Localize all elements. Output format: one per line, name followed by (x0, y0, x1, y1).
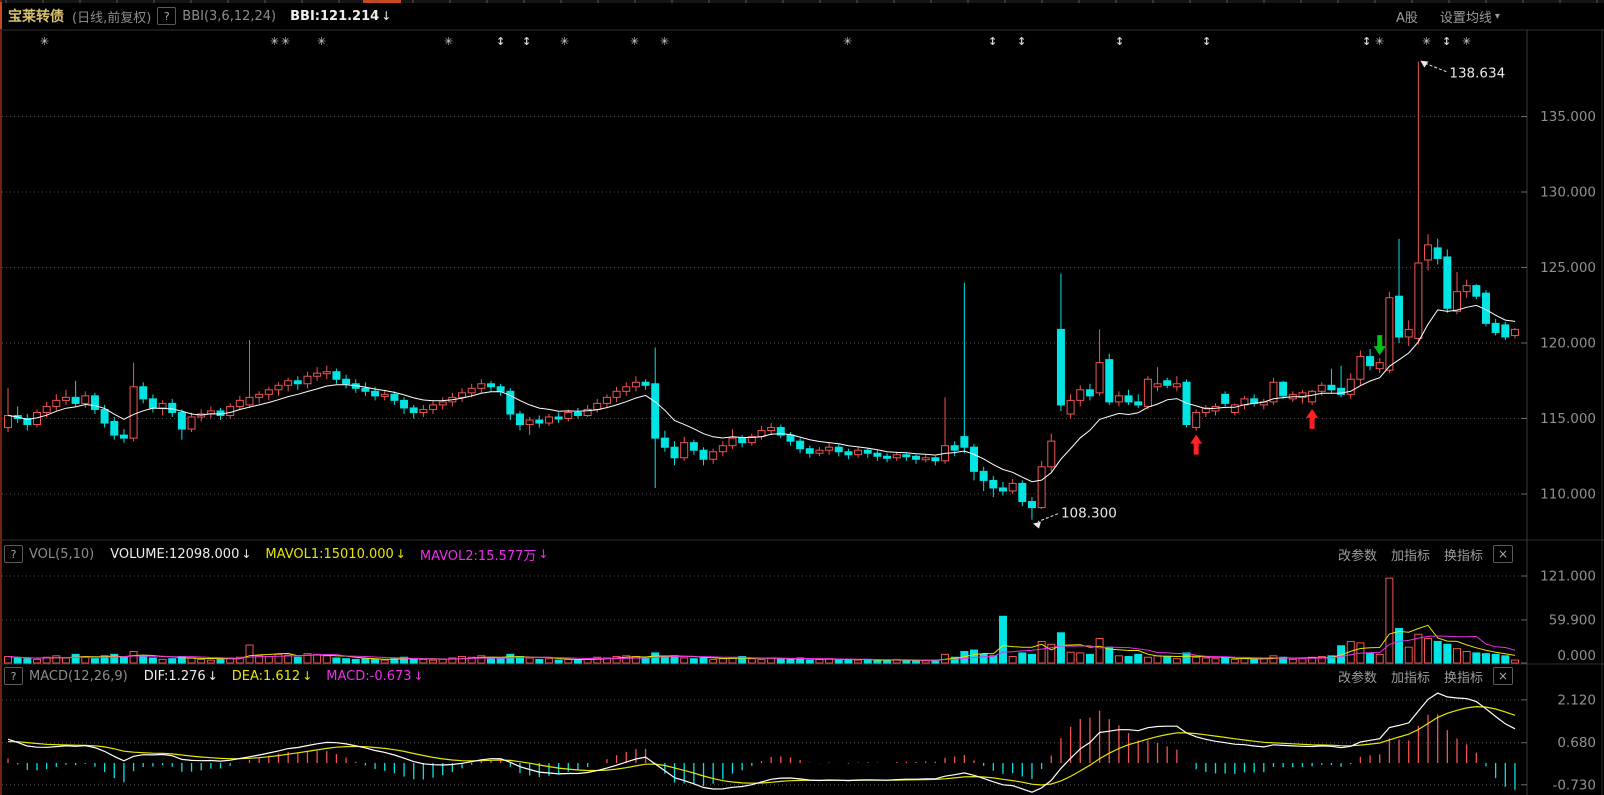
mavol1-value: MAVOL1:15010.000 (265, 546, 394, 562)
axis-labels: 135.000 130.000 125.000 120.000 115.000 110.0… (1540, 109, 1596, 793)
svg-text:125.000: 125.000 (1540, 260, 1596, 276)
price-annotations: 138.634 108.300 (1032, 60, 1505, 529)
switch-indicator-button[interactable]: 换指标 (1444, 667, 1483, 686)
bbi-line (7, 304, 1516, 483)
down-arrow-icon: ↓ (207, 669, 218, 683)
macd-header-tools: 改参数 加指标 换指标 × (1338, 667, 1514, 686)
down-arrow-icon: ↓ (538, 547, 549, 561)
mavol2-value: MAVOL2:15.577万 (419, 548, 537, 564)
svg-text:0.680: 0.680 (1557, 735, 1596, 751)
svg-text:59.900: 59.900 (1549, 612, 1596, 628)
sell-arrow-icon (1373, 335, 1386, 356)
svg-text:120.000: 120.000 (1540, 336, 1596, 352)
down-arrow-icon: ↓ (241, 547, 252, 561)
macd-header: ? MACD(12,26,9) DIF:1.276 ↓ DEA:1.612 ↓ … (4, 667, 424, 685)
svg-text:135.000: 135.000 (1540, 109, 1596, 125)
candlesticks (4, 61, 1519, 520)
svg-text:0.000: 0.000 (1557, 648, 1596, 664)
vol-header-tools: 改参数 加指标 换指标 × (1338, 545, 1514, 564)
help-icon[interactable]: ? (4, 545, 23, 563)
svg-text:-0.730: -0.730 (1552, 777, 1596, 793)
svg-text:138.634: 138.634 (1449, 66, 1505, 82)
down-arrow-icon: ↓ (302, 669, 313, 683)
close-icon[interactable]: × (1493, 667, 1514, 685)
svg-text:115.000: 115.000 (1540, 411, 1596, 427)
svg-text:121.000: 121.000 (1540, 569, 1596, 585)
dif-value: DIF:1.276 (143, 668, 206, 684)
svg-text:130.000: 130.000 (1540, 185, 1596, 201)
vol-indicator-name[interactable]: VOL(5,10) (29, 547, 94, 562)
buy-arrow-icon (1190, 434, 1203, 455)
close-icon[interactable]: × (1493, 545, 1514, 563)
signal-arrows (1190, 335, 1386, 455)
macd-histogram (7, 710, 1516, 790)
switch-indicator-button[interactable]: 换指标 (1444, 545, 1483, 564)
buy-arrow-icon (1306, 408, 1319, 429)
down-arrow-icon: ↓ (395, 547, 406, 561)
vol-header: ? VOL(5,10) VOLUME:12098.000 ↓ MAVOL1:15… (4, 545, 549, 564)
add-indicator-button[interactable]: 加指标 (1391, 667, 1430, 686)
stock-chart-app: 宝莱转债 (日线,前复权) ? BBI(3,6,12,24) BBI:121.2… (0, 0, 1604, 795)
change-params-button[interactable]: 改参数 (1338, 667, 1377, 686)
dea-value: DEA:1.612 (231, 668, 301, 684)
down-arrow-icon: ↓ (413, 669, 424, 683)
svg-text:108.300: 108.300 (1061, 506, 1117, 522)
change-params-button[interactable]: 改参数 (1338, 545, 1377, 564)
svg-text:2.120: 2.120 (1557, 692, 1596, 708)
add-indicator-button[interactable]: 加指标 (1391, 545, 1430, 564)
volume-bars (4, 577, 1519, 664)
volume-ma-lines (7, 624, 1516, 661)
macd-indicator-name[interactable]: MACD(12,26,9) (29, 669, 128, 684)
volume-value: VOLUME:12098.000 (110, 546, 240, 562)
macd-value: MACD:-0.673 (326, 668, 412, 684)
svg-text:110.000: 110.000 (1540, 487, 1596, 503)
help-icon[interactable]: ? (4, 667, 23, 685)
